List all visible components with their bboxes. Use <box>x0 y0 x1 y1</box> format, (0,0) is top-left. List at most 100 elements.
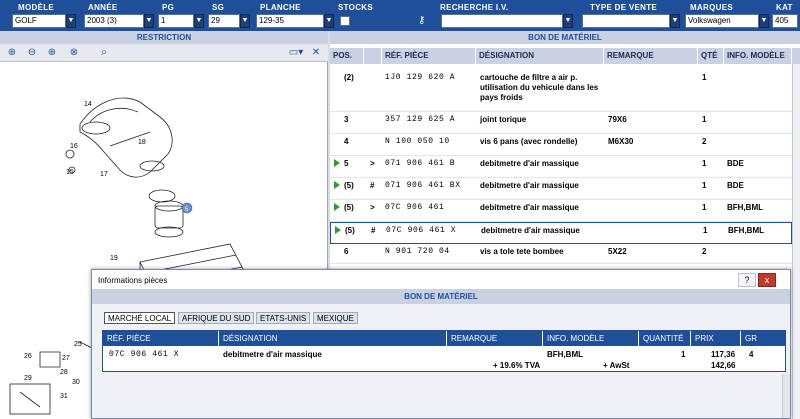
type-vente-select[interactable] <box>582 14 670 28</box>
annee-label: ANNÉE <box>88 3 118 12</box>
table-row[interactable]: 4 N 100 050 10 vis 6 pans (avec rondelle) M… <box>330 134 792 156</box>
recherche-dropdown-icon[interactable]: ▼ <box>563 14 573 28</box>
type-vente-label: TYPE DE VENTE <box>590 3 658 12</box>
callout-19[interactable]: 19 <box>110 255 118 262</box>
marques-dropdown-icon[interactable]: ▼ <box>759 14 769 28</box>
col-info[interactable]: INFO. MODÈLE <box>724 48 792 64</box>
callout-18[interactable]: 18 <box>138 139 146 146</box>
expand-arrow-icon[interactable] <box>334 181 340 189</box>
col-pos[interactable]: POS. <box>330 48 364 64</box>
row-qty: 1 <box>702 203 707 212</box>
planche-dropdown-icon[interactable]: ▼ <box>324 14 334 28</box>
view-mode-icon[interactable]: ▭▾ <box>286 46 306 60</box>
dialog-tva: + 19.6% TVA <box>493 361 541 370</box>
modele-select[interactable]: GOLF <box>12 14 66 28</box>
row-designation: joint torique <box>480 115 527 124</box>
col-qty[interactable]: QTÉ <box>698 48 724 64</box>
callout-16[interactable]: 16 <box>70 143 78 150</box>
tab-mexique[interactable]: MEXIQUE <box>313 312 358 324</box>
pg-dropdown-icon[interactable]: ▼ <box>194 14 204 28</box>
dcol-gr: GR <box>741 331 785 346</box>
row-qty: 1 <box>702 73 707 82</box>
callout-27[interactable]: 27 <box>62 355 70 362</box>
help-button[interactable]: ? <box>738 273 756 287</box>
col-remarque[interactable]: REMARQUE <box>604 48 698 64</box>
row-qty: 1 <box>702 159 707 168</box>
expand-arrow-icon[interactable] <box>334 159 340 167</box>
close-button[interactable]: x <box>758 273 776 287</box>
stocks-checkbox[interactable] <box>340 16 350 26</box>
filter-bar: MODÈLE GOLF ▼ ANNÉE 2003 (3) ▼ PG 1 ▼ SG… <box>0 0 800 31</box>
row-designation: debitmetre d'air massique <box>480 159 579 168</box>
callout-30[interactable]: 30 <box>72 379 80 386</box>
marques-select[interactable]: Volkswagen <box>685 14 759 28</box>
dialog-ref[interactable]: 07C 906 461 X <box>109 350 179 360</box>
table-row[interactable]: 5 >071 906 461 B debitmetre d'air massique… <box>330 156 792 178</box>
dialog-designation: debitmetre d'air massique <box>223 350 322 359</box>
callout-15[interactable]: 15 <box>66 169 74 176</box>
expand-arrow-icon[interactable] <box>334 203 340 211</box>
kat-input[interactable]: 405 <box>772 14 798 28</box>
tab-marche-local[interactable]: MARCHÉ LOCAL <box>104 312 176 324</box>
planche-select[interactable]: 129-35 <box>256 14 324 28</box>
part-info-dialog: Informations pièces ? x BON DE MATÉRIEL … <box>91 269 791 419</box>
annee-select[interactable]: 2003 (3) <box>84 14 144 28</box>
row-pos: 4 <box>344 137 349 146</box>
kat-label: KAT <box>776 3 793 12</box>
table-row[interactable]: 6 N 901 720 04 vis a tole tete bombee 5X22 2 <box>330 244 792 264</box>
dialog-titlebar[interactable]: Informations pièces ? x <box>92 270 790 290</box>
zoom-area-icon[interactable]: ⊕ <box>44 46 60 60</box>
search-icon[interactable]: ⌕ <box>96 46 112 60</box>
table-row[interactable]: (5) #071 906 461 BX debitmetre d'air massi… <box>330 178 792 200</box>
modele-dropdown-icon[interactable]: ▼ <box>66 14 76 28</box>
bon-materiel-header: BON DE MATÉRIEL <box>330 31 800 44</box>
zoom-in-icon[interactable]: ⊕ <box>4 46 20 60</box>
sg-select[interactable]: 29 <box>208 14 240 28</box>
annee-dropdown-icon[interactable]: ▼ <box>144 14 154 28</box>
table-row[interactable]: (5) >07C 906 461 debitmetre d'air massique… <box>330 200 792 222</box>
row-designation: vis a tole tete bombee <box>480 247 564 256</box>
sg-dropdown-icon[interactable]: ▼ <box>240 14 250 28</box>
pg-select[interactable]: 1 <box>158 14 194 28</box>
row-designation: cartouche de filtre a air p. utilisation… <box>480 73 599 102</box>
col-ref[interactable]: RÉF. PIÈCE <box>382 48 476 64</box>
dialog-scrollbar[interactable] <box>782 374 790 418</box>
row-info: BFH,BML <box>728 226 764 235</box>
row-ref: N 901 720 04 <box>385 247 450 256</box>
callout-31[interactable]: 31 <box>60 393 68 400</box>
parts-table-header: POS. RÉF. PIÈCE DÉSIGNATION REMARQUE QTÉ… <box>330 48 800 64</box>
zoom-fit-icon[interactable]: ⊗ <box>66 46 82 60</box>
callout-25[interactable]: 25 <box>74 341 82 348</box>
callout-26[interactable]: 26 <box>24 353 32 360</box>
tab-etats-unis[interactable]: ETATS-UNIS <box>256 312 311 324</box>
callout-29[interactable]: 29 <box>24 375 32 382</box>
table-row[interactable]: (5) #07C 906 461 X debitmetre d'air massiq… <box>330 222 792 244</box>
dialog-awst: + AwSt <box>603 361 630 370</box>
row-info: BDE <box>727 181 744 190</box>
zoom-out-icon[interactable]: ⊖ <box>24 46 40 60</box>
dialog-quantite: 1 <box>681 350 686 359</box>
row-symbol: > <box>370 203 375 212</box>
table-scrollbar[interactable] <box>792 64 800 419</box>
expand-arrow-icon[interactable] <box>335 226 341 234</box>
close-panel-icon[interactable]: ✕ <box>308 46 324 60</box>
col-designation[interactable]: DÉSIGNATION <box>476 48 604 64</box>
row-qty: 1 <box>703 226 708 235</box>
sg-label: SG <box>212 3 225 12</box>
row-designation: debitmetre d'air massique <box>480 181 579 190</box>
table-row[interactable]: 3 357 129 625 A joint torique 79X6 1 <box>330 112 792 134</box>
callout-28[interactable]: 28 <box>60 369 68 376</box>
row-ref: 071 906 461 B <box>385 159 456 168</box>
recherche-select[interactable] <box>441 14 563 28</box>
tab-afrique-du-sud[interactable]: AFRIQUE DU SUD <box>178 312 255 324</box>
row-designation: debitmetre d'air massique <box>481 226 580 235</box>
callout-14[interactable]: 14 <box>84 101 92 108</box>
row-ref: 07C 906 461 X <box>386 226 457 235</box>
row-symbol: # <box>370 181 375 190</box>
key-icon[interactable]: ⚷ <box>418 15 438 27</box>
callout-17[interactable]: 17 <box>100 171 108 178</box>
table-row[interactable]: (2) 1J0 129 620 A cartouche de filtre a ai… <box>330 70 792 112</box>
type-vente-dropdown-icon[interactable]: ▼ <box>670 14 680 28</box>
dcol-designation: DÉSIGNATION <box>219 331 447 346</box>
row-pos: (5) <box>345 226 355 235</box>
